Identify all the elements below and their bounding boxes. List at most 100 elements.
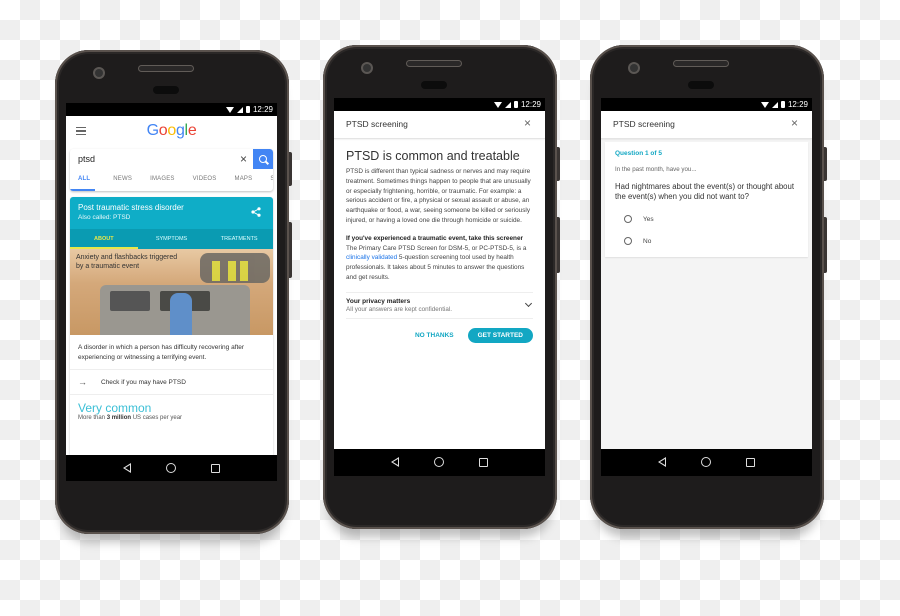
android-nav-bar [601,449,812,475]
radio-button[interactable] [624,215,632,223]
recent-apps-icon[interactable] [478,457,488,467]
front-camera [630,64,638,72]
search-button[interactable] [253,149,273,169]
front-camera [95,69,103,77]
stat-value: 3 million [106,415,132,421]
stat-subtitle: More than 3 million US cases per year [70,415,273,421]
question-text: Had nightmares about the event(s) or tho… [615,182,795,201]
earpiece-speaker [139,66,193,71]
illustration-person [170,293,192,335]
proximity-sensor [421,81,447,89]
tab-about[interactable]: ABOUT [70,229,138,249]
tab-news[interactable]: NEWS [105,170,132,191]
status-time: 12:29 [520,100,541,109]
privacy-expander[interactable]: Your privacy matters All your answers ar… [346,291,533,319]
option-label: Yes [643,215,654,223]
tab-symptoms[interactable]: SYMPTOMS [138,229,206,249]
condition-alias: Also called: PTSD [78,214,131,221]
power-button [289,152,292,186]
home-icon[interactable] [433,457,444,467]
share-icon[interactable] [251,207,261,217]
tab-maps[interactable]: MAPS [227,170,253,191]
option-yes[interactable]: Yes [624,215,798,223]
proximity-sensor [688,81,714,89]
proximity-sensor [153,86,179,94]
logo-letter: g [175,122,185,139]
tab-images[interactable]: IMAGES [142,170,175,191]
search-box: ptsd × ALL NEWS IMAGES VIDEOS MAPS SHOPP… [70,149,273,191]
knowledge-panel-tabs: ABOUT SYMPTOMS TREATMENTS [70,229,273,249]
condition-title: Post traumatic stress disorder [78,203,184,212]
google-logo: Google [66,122,277,140]
dialog-actions: NO THANKS GET STARTED [346,327,533,343]
stat-title: Very common [78,401,152,415]
signal-icon [771,101,778,108]
screener-paragraph: If you've experienced a traumatic event,… [346,234,533,283]
back-icon[interactable] [391,457,400,467]
screen: 12:29 PTSD screening × Question 1 of 5 I… [601,98,812,476]
ptsd-question-screen: PTSD screening × Question 1 of 5 In the … [601,111,812,450]
power-button [557,147,560,181]
get-started-button[interactable]: GET STARTED [467,327,533,343]
tab-videos[interactable]: VIDEOS [185,170,217,191]
screener-text-a: The Primary Care PTSD Screen for DSM-5, … [346,244,527,252]
radio-button[interactable] [624,237,632,245]
intro-paragraph: PTSD is different than typical sadness o… [346,168,531,224]
knowledge-panel-header: Post traumatic stress disorder Also call… [70,197,273,229]
battery-icon [245,106,250,113]
status-bar: 12:29 [334,98,545,111]
tab-treatments[interactable]: TREATMENTS [205,229,273,249]
illustration-wreck [200,253,270,283]
question-counter: Question 1 of 5 [615,150,662,157]
intro-heading: PTSD is common and treatable [346,149,520,163]
logo-letter: G [146,122,159,139]
back-icon[interactable] [123,463,132,473]
front-camera [363,64,371,72]
status-time: 12:29 [252,105,273,114]
volume-button [557,217,560,273]
close-icon[interactable]: × [791,116,798,130]
tab-shopping[interactable]: SHOPPI [262,170,273,191]
knowledge-panel: Post traumatic stress disorder Also call… [70,197,273,455]
illustration-image: Anxiety and flashbacks triggered by a tr… [70,249,273,335]
option-no[interactable]: No [624,237,798,245]
screen: 12:29 Google ptsd × ALL NEWS IMAGES VIDE… [66,103,277,481]
image-caption: Anxiety and flashbacks triggered by a tr… [76,254,178,270]
search-tabs: ALL NEWS IMAGES VIDEOS MAPS SHOPPI [70,170,273,191]
home-icon[interactable] [165,463,176,473]
dialog-header: PTSD screening × [601,111,812,139]
close-icon[interactable]: × [524,116,531,130]
question-card: Question 1 of 5 In the past month, have … [605,142,808,257]
dialog-title: PTSD screening [613,119,675,129]
screener-lead: If you've experienced a traumatic event,… [346,234,523,242]
volume-button [824,217,827,273]
stat-prefix: More than [78,415,107,421]
back-icon[interactable] [658,457,667,467]
arrow-right-icon: → [78,377,87,387]
recent-apps-icon[interactable] [210,463,220,473]
search-input[interactable]: ptsd [78,154,95,164]
phone-google-search: 12:29 Google ptsd × ALL NEWS IMAGES VIDE… [55,50,292,534]
recent-apps-icon[interactable] [745,457,755,467]
phone-ptsd-question: 12:29 PTSD screening × Question 1 of 5 I… [590,45,827,529]
status-bar: 12:29 [66,103,277,116]
signal-icon [504,101,511,108]
clear-icon[interactable]: × [240,152,247,166]
tab-all[interactable]: ALL [70,170,96,191]
earpiece-speaker [674,61,728,66]
check-ptsd-label: Check if you may have PTSD [101,378,186,386]
search-icon [259,155,267,163]
wifi-icon [760,101,769,108]
dialog-body: PTSD is common and treatable PTSD is dif… [334,139,545,353]
check-ptsd-link[interactable]: → Check if you may have PTSD [70,370,273,395]
android-nav-bar [334,449,545,475]
battery-icon [780,101,785,108]
dialog-title: PTSD screening [346,119,408,129]
no-thanks-button[interactable]: NO THANKS [415,332,454,339]
condition-description: A disorder in which a person has difficu… [70,335,273,370]
clinically-validated-link[interactable]: clinically validated [346,254,397,261]
logo-letter: o [167,122,176,139]
home-icon[interactable] [700,457,711,467]
power-button [824,147,827,181]
stat-suffix: US cases per year [131,415,183,421]
